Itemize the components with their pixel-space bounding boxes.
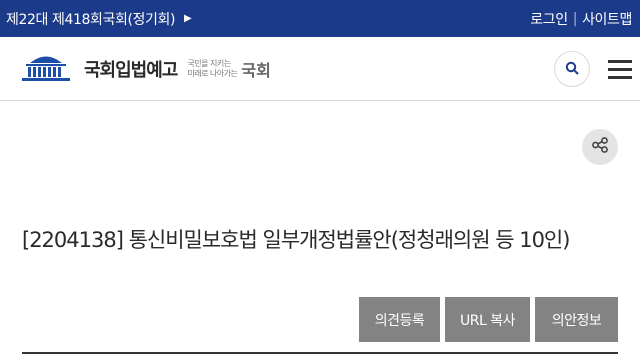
slogan-lines: 국민을 지키는 미래로 나아가는 bbox=[187, 59, 238, 79]
url-copy-button[interactable]: URL 복사 bbox=[445, 297, 530, 342]
top-bar: 제22대 제418회국회(정기회) ▶ 로그인 | 사이트맵 bbox=[0, 0, 640, 37]
sitemap-link[interactable]: 사이트맵 bbox=[582, 9, 632, 29]
top-links-separator: | bbox=[572, 10, 578, 27]
share-button[interactable] bbox=[582, 129, 618, 165]
triangle-right-icon: ▶ bbox=[184, 13, 192, 24]
hamburger-line-middle bbox=[608, 68, 632, 71]
share-icon bbox=[591, 136, 609, 158]
slogan-line-1: 국민을 지키는 bbox=[187, 59, 231, 68]
slogan-line-2: 미래로 나아가는 bbox=[187, 69, 238, 78]
top-links: 로그인 | 사이트맵 bbox=[530, 0, 632, 37]
action-buttons: 의견등록 URL 복사 의안정보 bbox=[359, 297, 618, 342]
site-header: 국회입법예고 국민을 지키는 미래로 나아가는 국회 bbox=[0, 37, 640, 101]
slogan: 국민을 지키는 미래로 나아가는 국회 bbox=[187, 57, 271, 81]
hamburger-menu-icon bbox=[608, 60, 632, 63]
hamburger-line-bottom bbox=[608, 76, 632, 79]
national-assembly-building-icon bbox=[18, 50, 74, 88]
bill-title: [2204138] 통신비밀보호법 일부개정법률안(정청래의원 등 10인) bbox=[22, 228, 570, 252]
session-link[interactable]: 제22대 제418회국회(정기회) ▶ bbox=[6, 0, 192, 37]
bill-info-button[interactable]: 의안정보 bbox=[535, 297, 618, 342]
search-button[interactable] bbox=[554, 51, 590, 87]
menu-button[interactable] bbox=[606, 58, 634, 80]
logo-title: 국회입법예고 bbox=[84, 60, 178, 81]
slogan-big: 국회 bbox=[241, 61, 271, 80]
divider bbox=[22, 352, 618, 354]
opinion-register-button[interactable]: 의견등록 bbox=[359, 297, 440, 342]
login-link[interactable]: 로그인 bbox=[530, 9, 568, 29]
site-logo[interactable]: 국회입법예고 국민을 지키는 미래로 나아가는 국회 bbox=[18, 51, 271, 87]
search-icon bbox=[565, 60, 579, 79]
session-label: 제22대 제418회국회(정기회) bbox=[6, 11, 176, 28]
